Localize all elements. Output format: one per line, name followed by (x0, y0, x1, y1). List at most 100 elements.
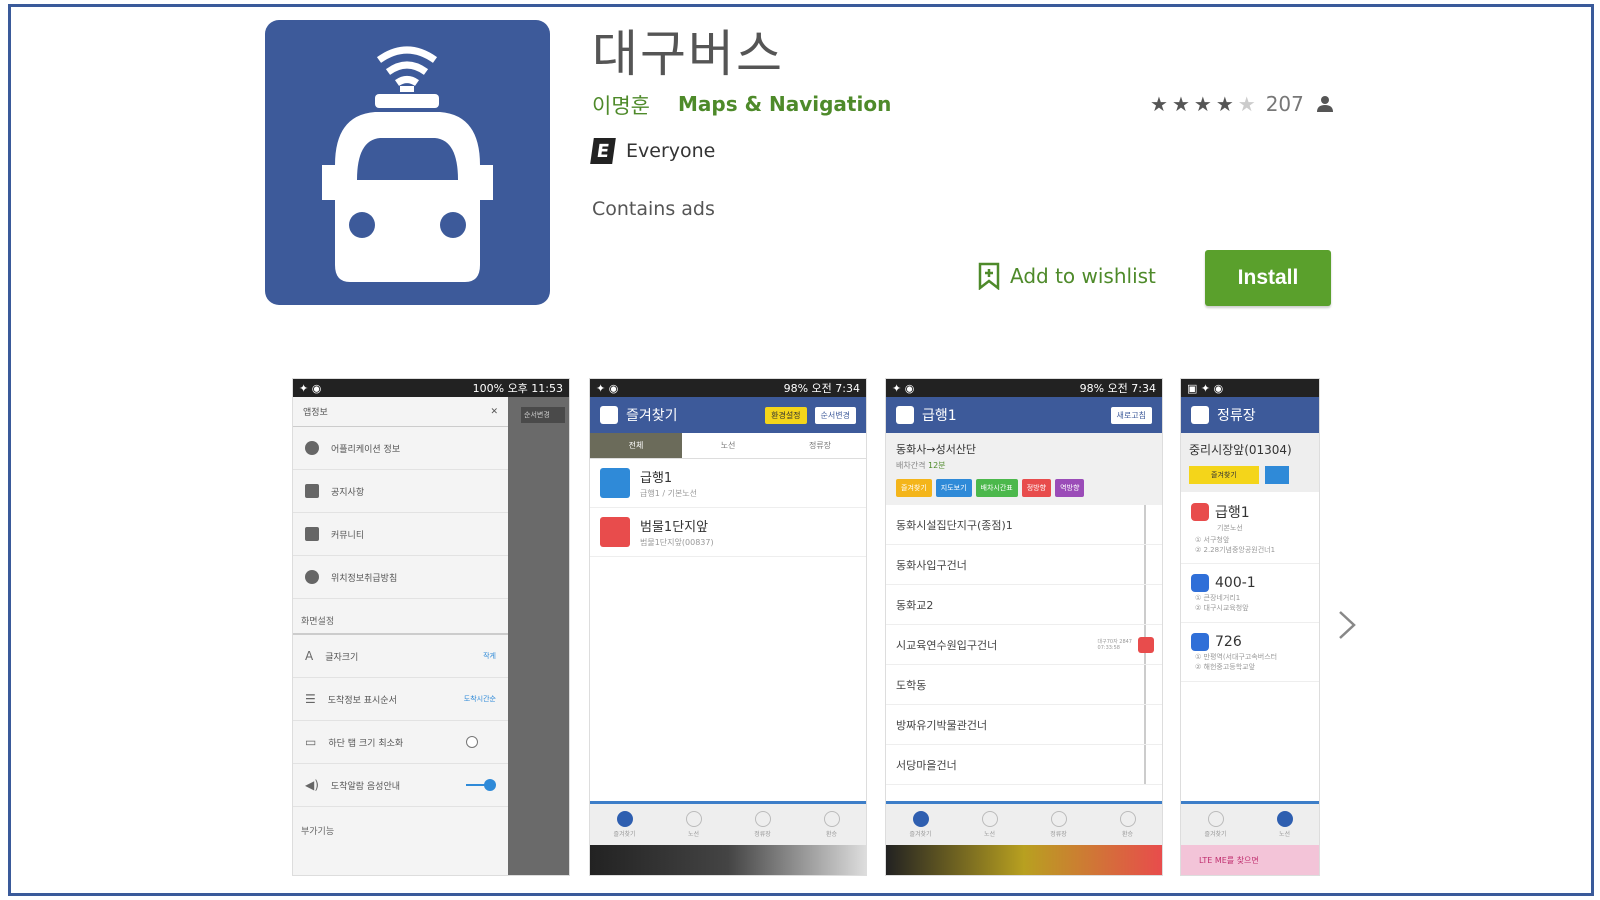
esrb-e-icon: E (590, 138, 616, 164)
toggle-off (466, 736, 496, 748)
install-button[interactable]: Install (1205, 250, 1331, 306)
rating-count: 207 (1265, 92, 1304, 116)
refresh-chip: 새로고침 (1110, 406, 1152, 424)
bus-icon (1191, 574, 1209, 593)
appbar-title: 정류장 (1217, 408, 1256, 424)
screenshot-2[interactable]: ✦ ◉ 98% 오전 7:34 즐겨찾기 환경설정 순서변경 전체 노선 정류장 … (589, 378, 867, 876)
chat-icon (305, 527, 319, 541)
order-button: 순서변경 (521, 407, 565, 423)
app-bar: 정류장 (1181, 397, 1319, 433)
setting-font-size: A 글자크기 작게 (293, 635, 508, 678)
speaker-icon: ◀) (305, 778, 319, 792)
drawer-item-community: 커뮤니티 (293, 513, 508, 556)
bus-icon (981, 811, 998, 827)
tab-icon: ▭ (305, 735, 317, 749)
screenshot-3[interactable]: ✦ ◉ 98% 오전 7:34 급행1 새로고침 동화사→성서산단 배차간격 12… (885, 378, 1163, 876)
ad-banner (886, 845, 1162, 875)
tabs: 전체 노선 정류장 (590, 433, 866, 459)
bus-icon (685, 811, 702, 827)
developer-link[interactable]: 이명훈 (592, 90, 650, 120)
bus-entry: 400-1 ① 큰장네거리1 ② 대구시교육청앞 (1181, 564, 1319, 623)
close-icon: ✕ (490, 406, 498, 417)
tab-route: 노선 (682, 433, 774, 459)
bus-wifi-icon (322, 46, 493, 282)
person-icon (1316, 96, 1333, 112)
star-icon (912, 811, 929, 827)
bus-icon (1191, 406, 1209, 424)
stop-row: 동화시설집단지구(종점)1 (886, 505, 1162, 545)
wishlist-label: Add to wishlist (1010, 264, 1156, 288)
toggle-on (466, 779, 496, 791)
list-icon: ☰ (305, 692, 316, 706)
setting-voice-alarm: ◀) 도착알람 음성안내 (293, 764, 508, 807)
stop-row: 도학동 (886, 665, 1162, 705)
bottom-nav: 즐겨찾기 노선 정류장 환승 (886, 801, 1162, 845)
ad-banner (590, 845, 866, 875)
bus-entry: 726 ① 만평역(서대구고속버스터 ② 해헌중고등학교앞 (1181, 623, 1319, 682)
bus-icon (600, 468, 630, 498)
star-empty-icon: ★ (1237, 92, 1256, 116)
drawer: 앱정보 ✕ 어플리케이션 정보 공지사항 커뮤니티 위치정보취급방침 화면설정 A… (293, 397, 508, 875)
bus-eta: 대구70자 2847 07:33:58 (1097, 639, 1132, 651)
bus-icon (1138, 636, 1154, 653)
drawer-item-notice: 공지사항 (293, 470, 508, 513)
stop-icon (1050, 811, 1067, 827)
stop-row: 동화교2 (886, 585, 1162, 625)
setting-arrival-order: ☰ 도착정보 표시순서 도착시간순 (293, 678, 508, 721)
appbar-title: 급행1 (922, 408, 957, 424)
setting-minimize-tab: ▭ 하단 탭 크기 최소화 (293, 721, 508, 764)
bus-icon (600, 406, 618, 424)
font-icon: A (305, 649, 314, 663)
status-bar: ▣ ✦ ◉ (1181, 379, 1319, 397)
app-title: 대구버스 (592, 25, 784, 83)
stop-row: 시교육연수원입구건너 대구70자 2847 07:33:58 (886, 625, 1162, 665)
list-item: 급행1 급행1 / 기본노선 (590, 459, 866, 508)
section-display: 화면설정 (293, 599, 508, 635)
rating: ★ ★ ★ ★ ★ 207 (1150, 92, 1334, 116)
location-pin-icon (600, 517, 630, 547)
screenshot-4[interactable]: ▣ ✦ ◉ 정류장 중리시장앞(01304) 즐겨찾기 급행1 기본노선 ① 서… (1180, 378, 1320, 876)
stop-icon (754, 811, 771, 827)
app-icon (265, 20, 550, 305)
appbar-title: 즐겨찾기 (626, 408, 678, 424)
transfer-icon (1119, 811, 1136, 827)
message-icon (305, 484, 319, 498)
stop-row: 동화사입구건너 (886, 545, 1162, 585)
star-icon (1207, 811, 1224, 827)
bus-icon (896, 406, 914, 424)
location-pin-icon (305, 570, 319, 584)
tab-all: 전체 (590, 433, 682, 459)
content-rating-label: Everyone (626, 140, 716, 162)
ad-banner: LTE ME를 찾으면 (1181, 845, 1319, 875)
app-bar: 급행1 새로고침 (886, 397, 1162, 433)
stop-header: 중리시장앞(01304) 즐겨찾기 (1181, 433, 1319, 492)
drawer-header: 앱정보 ✕ (293, 397, 508, 427)
section-extra: 부가기능 (301, 827, 335, 837)
drawer-item-location-policy: 위치정보취급방침 (293, 556, 508, 599)
dimmed-background: 순서변경 (508, 397, 569, 875)
next-chevron-icon[interactable] (1336, 610, 1358, 640)
star-icon: ★ (1171, 92, 1190, 116)
content-rating: E Everyone (590, 138, 716, 164)
bottom-nav: 즐겨찾기 노선 (1181, 801, 1319, 845)
star-icon: ★ (1215, 92, 1234, 116)
bookmark-plus-icon (978, 262, 1000, 290)
add-to-wishlist-button[interactable]: Add to wishlist (978, 262, 1156, 290)
drawer-item-app-info: 어플리케이션 정보 (293, 427, 508, 470)
status-bar: ✦ ◉ 98% 오전 7:34 (886, 379, 1162, 397)
transfer-icon (823, 811, 840, 827)
route-header: 동화사→성서산단 배차간격 12분 즐겨찾기 지도보기 배차시간표 정방향 역방… (886, 433, 1162, 505)
order-chip: 순서변경 (814, 406, 856, 424)
star-icon (616, 811, 633, 827)
bottom-nav: 즐겨찾기 노선 정류장 환승 (590, 801, 866, 845)
ads-notice: Contains ads (592, 198, 715, 220)
info-icon (305, 441, 319, 455)
status-bar: ✦ ◉ 98% 오전 7:34 (590, 379, 866, 397)
bus-entry: 급행1 기본노선 ① 서구청앞 ② 2.28기념중앙공원건너1 (1181, 492, 1319, 565)
tab-stop: 정류장 (774, 433, 866, 459)
category-link[interactable]: Maps & Navigation (678, 92, 891, 116)
list-item: 범물1단지앞 범물1단지앞(00837) (590, 508, 866, 557)
settings-chip: 환경설정 (765, 406, 807, 424)
star-icon: ★ (1193, 92, 1212, 116)
screenshot-1[interactable]: ✦ ◉ 100% 오후 11:53 순서변경 앱정보 ✕ 어플리케이션 정보 공지사… (292, 378, 570, 876)
